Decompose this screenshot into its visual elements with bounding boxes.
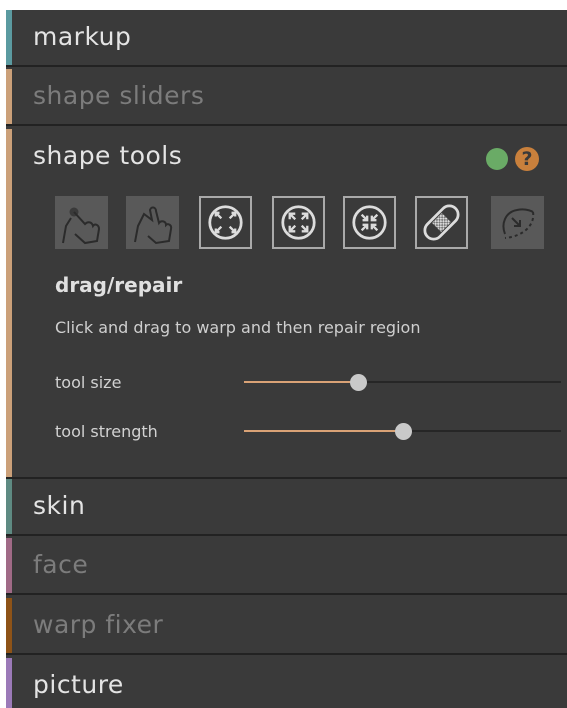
section-title: skin (33, 491, 86, 520)
section-color-stripe (6, 479, 12, 534)
slider-fill (244, 381, 359, 383)
drag-hand-icon[interactable] (126, 196, 179, 249)
expand-out-icon[interactable] (272, 196, 325, 249)
section-color-stripe (6, 658, 12, 708)
slider-knob[interactable] (394, 423, 412, 440)
tool-size-label: tool size (55, 373, 122, 392)
slider-knob[interactable] (350, 374, 368, 391)
tool-size-slider[interactable] (244, 372, 561, 392)
section-warp-fixer[interactable]: warp fixer (6, 598, 567, 655)
drag-point-hand-icon[interactable] (55, 196, 108, 249)
current-tool-name: drag/repair (55, 273, 183, 297)
lasso-path-icon[interactable] (491, 196, 544, 249)
status-dot (486, 148, 508, 170)
section-title: face (33, 550, 89, 579)
section-color-stripe (6, 10, 12, 65)
tool-strength-label: tool strength (55, 422, 158, 441)
section-title: warp fixer (33, 610, 164, 639)
contract-in-icon[interactable] (343, 196, 396, 249)
section-color-stripe (6, 69, 12, 124)
section-picture[interactable]: picture (6, 658, 567, 708)
section-color-stripe (6, 538, 12, 593)
section-markup[interactable]: markup (6, 10, 567, 67)
section-shape-sliders[interactable]: shape sliders (6, 69, 567, 126)
section-skin[interactable]: skin (6, 479, 567, 536)
section-title: markup (33, 22, 132, 51)
section-shape-tools[interactable]: shape tools (33, 141, 182, 170)
section-color-stripe (6, 598, 12, 653)
tool-description: Click and drag to warp and then repair r… (55, 318, 421, 337)
bandage-icon[interactable] (415, 196, 468, 249)
help-button[interactable]: ? (515, 147, 539, 171)
section-title: shape sliders (33, 81, 205, 110)
section-title: picture (33, 670, 124, 699)
slider-fill (244, 430, 403, 432)
section-face[interactable]: face (6, 538, 567, 595)
section-color-stripe (6, 129, 12, 477)
tool-panel: markup shape sliders shape tools ? drag/… (6, 10, 567, 708)
tool-strength-slider[interactable] (244, 421, 561, 441)
expand-arrows-icon[interactable] (199, 196, 252, 249)
